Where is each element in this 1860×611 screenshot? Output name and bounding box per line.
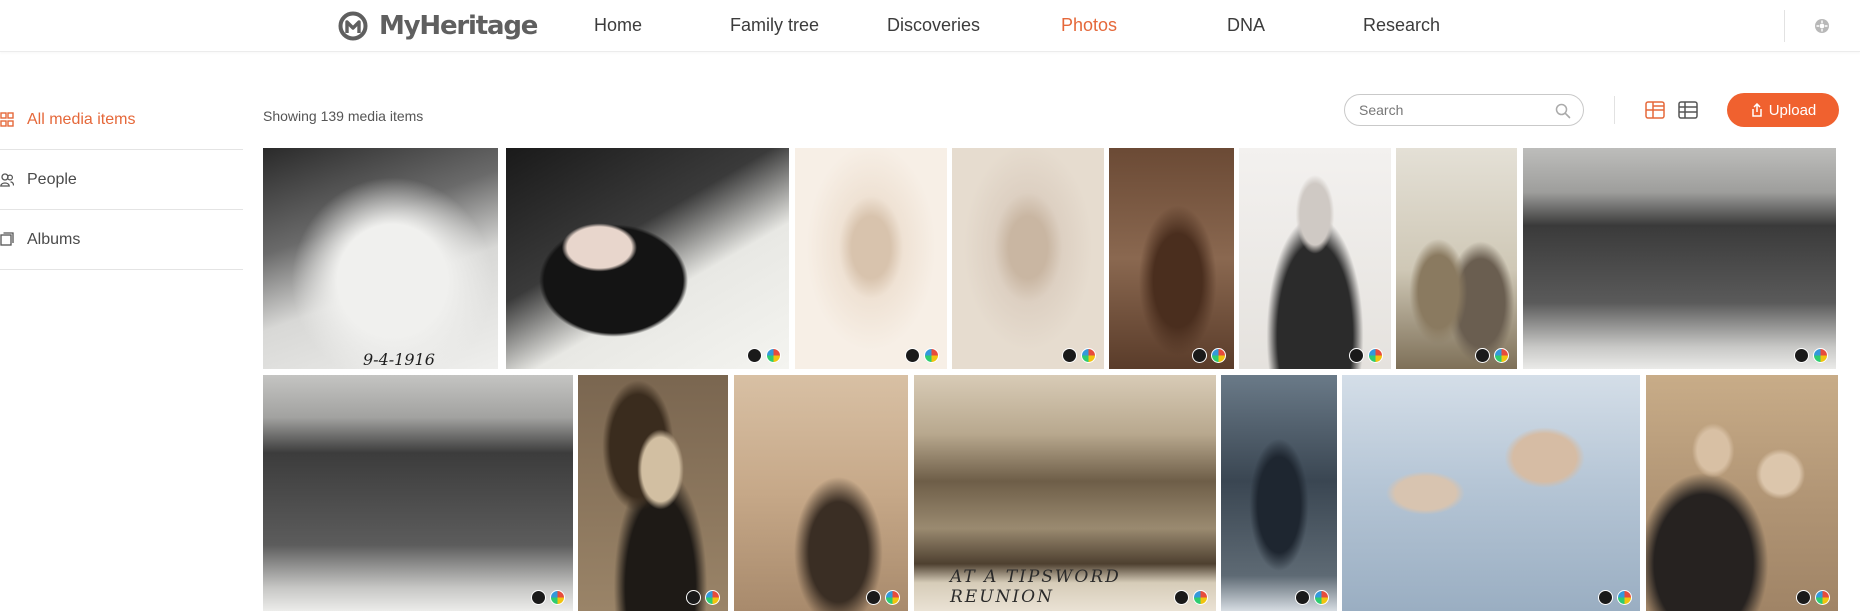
enhanced-icon[interactable] — [1796, 590, 1811, 605]
colorized-icon[interactable] — [1081, 348, 1096, 363]
enhanced-icon[interactable] — [1295, 590, 1310, 605]
upload-icon — [1751, 103, 1762, 117]
enhanced-icon[interactable] — [1598, 590, 1613, 605]
enhanced-icon[interactable] — [686, 590, 701, 605]
enhanced-icon[interactable] — [747, 348, 762, 363]
photo-tipsword-reunion[interactable]: AT A TIPSWORD REUNION — [914, 375, 1216, 611]
photo-couple-studio[interactable] — [1646, 375, 1838, 611]
search-icon[interactable] — [1555, 103, 1571, 119]
colorized-icon[interactable] — [1813, 348, 1828, 363]
photo-badges — [686, 590, 720, 605]
table-view-icon[interactable] — [1678, 101, 1698, 119]
search-box — [1344, 94, 1584, 126]
enhanced-icon[interactable] — [1174, 590, 1189, 605]
colorized-icon[interactable] — [1815, 590, 1830, 605]
photo-badges — [747, 348, 781, 363]
photo-badges — [866, 590, 900, 605]
photo-couple-in-woods[interactable] — [1221, 375, 1337, 611]
enhanced-icon[interactable] — [1794, 348, 1809, 363]
photo-badges — [1062, 348, 1096, 363]
search-input[interactable] — [1359, 101, 1544, 119]
nav-home[interactable]: Home — [594, 15, 642, 36]
nav-dna[interactable]: DNA — [1227, 15, 1265, 36]
photo-group-women-row-2[interactable] — [263, 375, 573, 611]
top-navigation-bar: MyHeritage Home Family tree Discoveries … — [0, 0, 1860, 52]
enhanced-icon[interactable] — [1475, 348, 1490, 363]
enhanced-icon[interactable] — [531, 590, 546, 605]
colorized-icon[interactable] — [705, 590, 720, 605]
photo-badges — [1475, 348, 1509, 363]
photo-caption: 9-4-1916 — [363, 350, 435, 369]
photo-four-girls-outdoors[interactable]: 9-4-1916 — [263, 148, 498, 369]
colorized-icon[interactable] — [1314, 590, 1329, 605]
enhanced-icon[interactable] — [1062, 348, 1077, 363]
toolbar-divider — [1614, 96, 1615, 124]
sidebar-item-label: People — [27, 171, 77, 188]
photo-badges — [1192, 348, 1226, 363]
nav-research[interactable]: Research — [1363, 15, 1440, 36]
colorized-icon[interactable] — [1193, 590, 1208, 605]
colorized-icon[interactable] — [1617, 590, 1632, 605]
colorized-icon[interactable] — [1211, 348, 1226, 363]
enhanced-icon[interactable] — [866, 590, 881, 605]
sidebar-item-label: All media items — [27, 111, 136, 128]
nav-photos[interactable]: Photos — [1061, 15, 1117, 36]
colorized-icon[interactable] — [766, 348, 781, 363]
enhanced-icon[interactable] — [1192, 348, 1207, 363]
photo-woman-at-piano[interactable] — [506, 148, 789, 369]
nav-discoveries[interactable]: Discoveries — [887, 15, 980, 36]
photo-badges — [1349, 348, 1383, 363]
photo-man-with-glasses[interactable] — [1239, 148, 1391, 369]
settings-icon[interactable] — [1814, 18, 1830, 34]
sidebar-divider — [0, 269, 243, 270]
colorized-icon[interactable] — [924, 348, 939, 363]
photo-badges — [531, 590, 565, 605]
sidebar-item-albums[interactable]: Albums — [0, 210, 243, 270]
photo-group-women-row-1[interactable] — [1523, 148, 1836, 369]
sidebar-item-all-media[interactable]: All media items — [0, 90, 243, 150]
myheritage-logo-icon — [338, 11, 368, 41]
nav-family-tree[interactable]: Family tree — [730, 15, 819, 36]
photo-woman-standing-victorian[interactable] — [1109, 148, 1234, 369]
enhanced-icon[interactable] — [905, 348, 920, 363]
photo-badges — [905, 348, 939, 363]
colorized-icon[interactable] — [1368, 348, 1383, 363]
upload-label: Upload — [1768, 101, 1817, 119]
photo-boy-and-man[interactable] — [1342, 375, 1640, 611]
colorized-icon[interactable] — [885, 590, 900, 605]
photo-badges — [1796, 590, 1830, 605]
colorized-icon[interactable] — [1494, 348, 1509, 363]
sidebar-item-label: Albums — [27, 231, 81, 248]
photo-two-women-embracing[interactable] — [734, 375, 908, 611]
header-divider — [1784, 10, 1785, 42]
colorized-icon[interactable] — [550, 590, 565, 605]
photo-two-women-outside-house[interactable] — [1396, 148, 1517, 369]
photo-badges — [1598, 590, 1632, 605]
photo-badges — [1794, 348, 1828, 363]
grid-icon — [0, 112, 14, 127]
brand-name: MyHeritage — [379, 11, 538, 41]
photo-young-woman-portrait-sepia[interactable] — [795, 148, 947, 369]
people-icon — [0, 173, 14, 187]
photo-badges — [1174, 590, 1208, 605]
upload-button[interactable]: Upload — [1727, 93, 1839, 127]
sidebar-item-people[interactable]: People — [0, 150, 243, 210]
photo-young-woman-portrait-faded[interactable] — [952, 148, 1104, 369]
albums-icon — [0, 232, 14, 246]
myheritage-logo[interactable]: MyHeritage — [338, 11, 538, 41]
photo-badges — [1295, 590, 1329, 605]
photo-woman-finger-waves[interactable] — [578, 375, 728, 611]
media-count-text: Showing 139 media items — [263, 108, 424, 124]
enhanced-icon[interactable] — [1349, 348, 1364, 363]
mosaic-view-icon[interactable] — [1645, 101, 1665, 119]
